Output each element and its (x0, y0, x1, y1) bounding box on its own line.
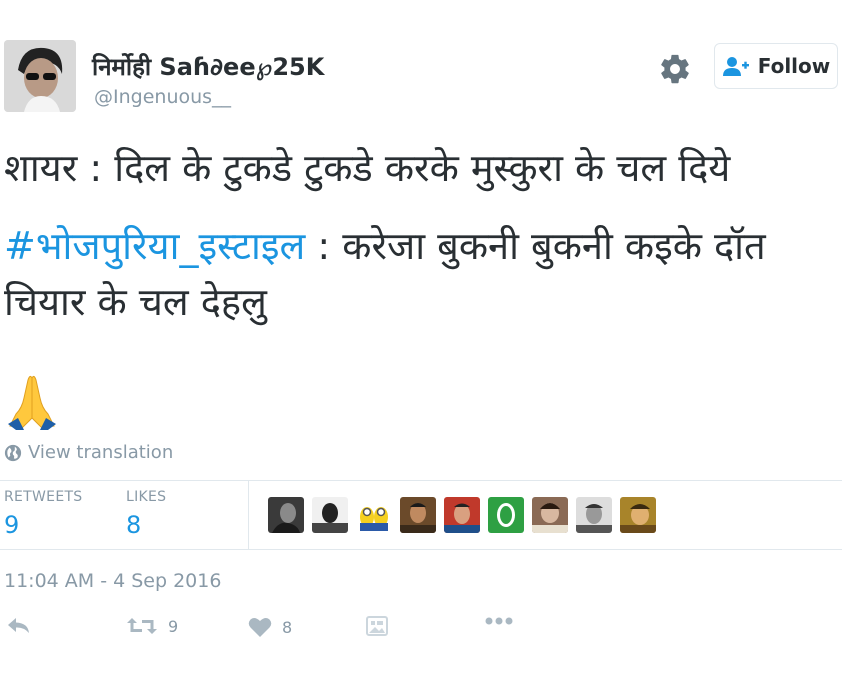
retweets-count: 9 (4, 511, 20, 539)
tweet-header: निर्मोही Saɦ∂ee℘25K @Ingenuous__ Follow (4, 40, 842, 120)
tweet-actions: 9 8 (0, 616, 850, 646)
view-translation-link[interactable]: View translation (4, 442, 173, 463)
retweets-stat[interactable]: RETWEETS 9 (4, 489, 83, 539)
follow-label: Follow (757, 54, 831, 78)
view-translation-label: View translation (28, 442, 174, 463)
reply-icon (8, 618, 29, 633)
user-avatar[interactable] (4, 40, 76, 112)
follow-user-icon (722, 57, 749, 76)
liker-avatar[interactable] (532, 497, 568, 533)
divider (0, 549, 842, 550)
follow-button[interactable]: Follow (714, 43, 838, 89)
stats-separator (248, 481, 249, 549)
liker-avatar[interactable] (356, 497, 392, 533)
user-display-name[interactable]: निर्मोही Saɦ∂ee℘25K (92, 50, 324, 83)
more-button[interactable] (484, 616, 514, 626)
liker-avatar[interactable] (444, 497, 480, 533)
retweet-button[interactable]: 9 (126, 616, 178, 636)
likes-label: LIKES (126, 489, 167, 505)
gif-icon (366, 616, 388, 636)
liker-avatar[interactable] (312, 497, 348, 533)
tweet-timestamp[interactable]: 11:04 AM - 4 Sep 2016 (4, 570, 221, 592)
liker-avatar[interactable] (268, 497, 304, 533)
likes-stat[interactable]: LIKES 8 (126, 489, 166, 539)
tweet-stats: RETWEETS 9 LIKES 8 (0, 481, 842, 549)
likers-avatars (268, 497, 656, 533)
tweet-line-1: शायर : दिल के टुकडे टुकडे करके मुस्कुरा … (4, 146, 731, 190)
liker-avatar[interactable] (576, 497, 612, 533)
user-handle[interactable]: @Ingenuous__ (94, 86, 231, 108)
reply-button[interactable] (6, 616, 32, 636)
retweet-action-count: 9 (168, 616, 179, 636)
likes-count: 8 (126, 511, 142, 539)
globe-icon (4, 444, 22, 461)
liker-avatar[interactable] (488, 497, 524, 533)
like-button[interactable]: 8 (248, 616, 292, 638)
retweet-icon (127, 618, 157, 634)
ellipsis-icon (485, 617, 513, 625)
tweet-text: शायर : दिल के टुकडे टुकडे करके मुस्कुरा … (4, 140, 840, 330)
heart-icon (248, 618, 272, 637)
gear-icon[interactable] (658, 52, 692, 86)
gif-button[interactable] (366, 616, 388, 636)
liker-avatar[interactable] (620, 497, 656, 533)
liker-avatar[interactable] (400, 497, 436, 533)
tweet-line-2: #भोजपुरिया_इस्टाइल : करेजा बुकनी बुकनी क… (4, 218, 840, 330)
like-action-count: 8 (282, 617, 293, 637)
retweets-label: RETWEETS (4, 489, 83, 505)
folded-hands-icon (6, 372, 58, 430)
hashtag-link[interactable]: #भोजपुरिया_इस्टाइल (4, 224, 305, 268)
